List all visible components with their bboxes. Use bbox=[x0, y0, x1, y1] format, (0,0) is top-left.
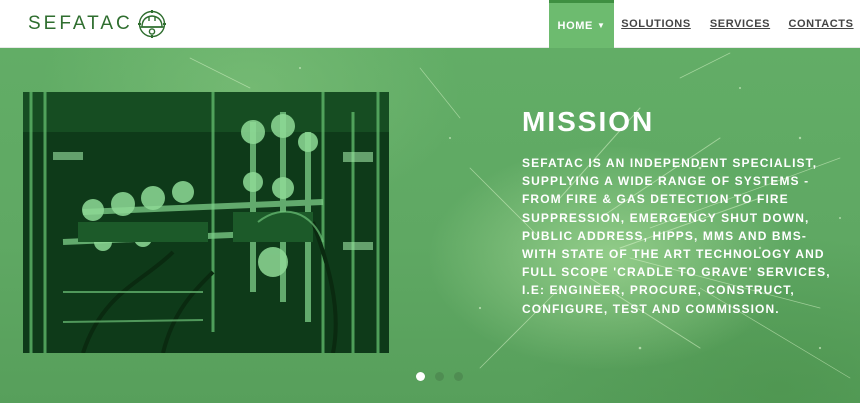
slider-dot-1[interactable] bbox=[416, 372, 425, 381]
industrial-valves-photo bbox=[23, 92, 389, 353]
slide-title: MISSION bbox=[522, 106, 655, 137]
hero-slider: MISSION SEFATAC IS AN INDEPENDENT SPECIA… bbox=[0, 48, 860, 403]
brand-name: SEFATAC bbox=[28, 13, 133, 34]
brand-logo[interactable]: SEFATAC bbox=[28, 6, 167, 42]
helmet-gear-logo-icon bbox=[137, 9, 167, 39]
nav-services[interactable]: SERVICES bbox=[698, 0, 782, 48]
slide-caption: MISSION SEFATAC IS AN INDEPENDENT SPECIA… bbox=[522, 106, 842, 318]
main-nav: HOME ▼ SOLUTIONS SERVICES CONTACTS bbox=[549, 0, 860, 48]
caret-down-icon: ▼ bbox=[596, 21, 606, 30]
nav-home[interactable]: HOME ▼ bbox=[549, 0, 614, 48]
slider-dot-2[interactable] bbox=[435, 372, 444, 381]
nav-solutions[interactable]: SOLUTIONS bbox=[614, 0, 698, 48]
slider-dot-3[interactable] bbox=[454, 372, 463, 381]
slide-description: SEFATAC IS AN INDEPENDENT SPECIALIST, SU… bbox=[522, 156, 831, 316]
slider-pagination bbox=[416, 372, 473, 381]
nav-home-label: HOME bbox=[557, 19, 593, 32]
site-header: SEFATAC HOME ▼ SOLUTIONS SERVICES CONTAC… bbox=[0, 0, 860, 48]
nav-contacts[interactable]: CONTACTS bbox=[782, 0, 860, 48]
